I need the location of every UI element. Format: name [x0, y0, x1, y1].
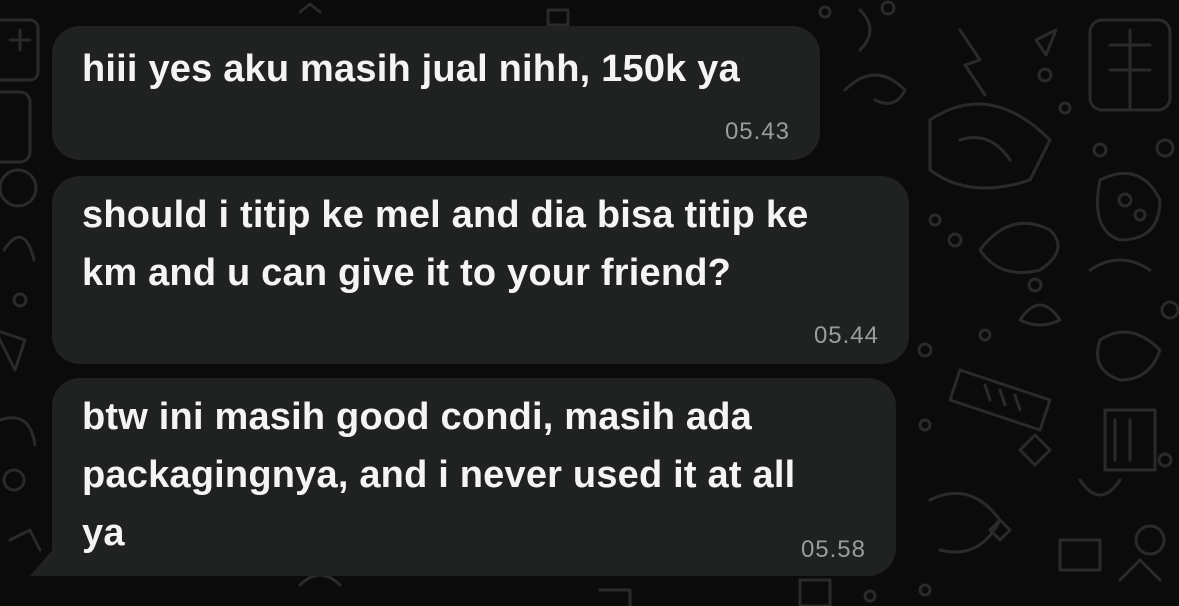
message-bubble-tail — [30, 548, 54, 576]
message-text: btw ini masih good condi, masih ada pack… — [82, 396, 796, 554]
incoming-message-bubble[interactable]: btw ini masih good condi, masih ada pack… — [52, 378, 896, 576]
incoming-message-bubble[interactable]: should i titip ke mel and dia bisa titip… — [52, 176, 909, 364]
message-timestamp: 05.43 — [724, 118, 790, 145]
chat-message-list[interactable]: hiii yes aku masih jual nihh, 150k ya 05… — [0, 0, 1179, 606]
message-timestamp: 05.44 — [813, 322, 879, 349]
incoming-message-bubble[interactable]: hiii yes aku masih jual nihh, 150k ya 05… — [52, 26, 820, 160]
message-text: should i titip ke mel and dia bisa titip… — [82, 194, 809, 294]
message-text: hiii yes aku masih jual nihh, 150k ya — [82, 48, 740, 90]
message-timestamp: 05.58 — [800, 536, 866, 563]
